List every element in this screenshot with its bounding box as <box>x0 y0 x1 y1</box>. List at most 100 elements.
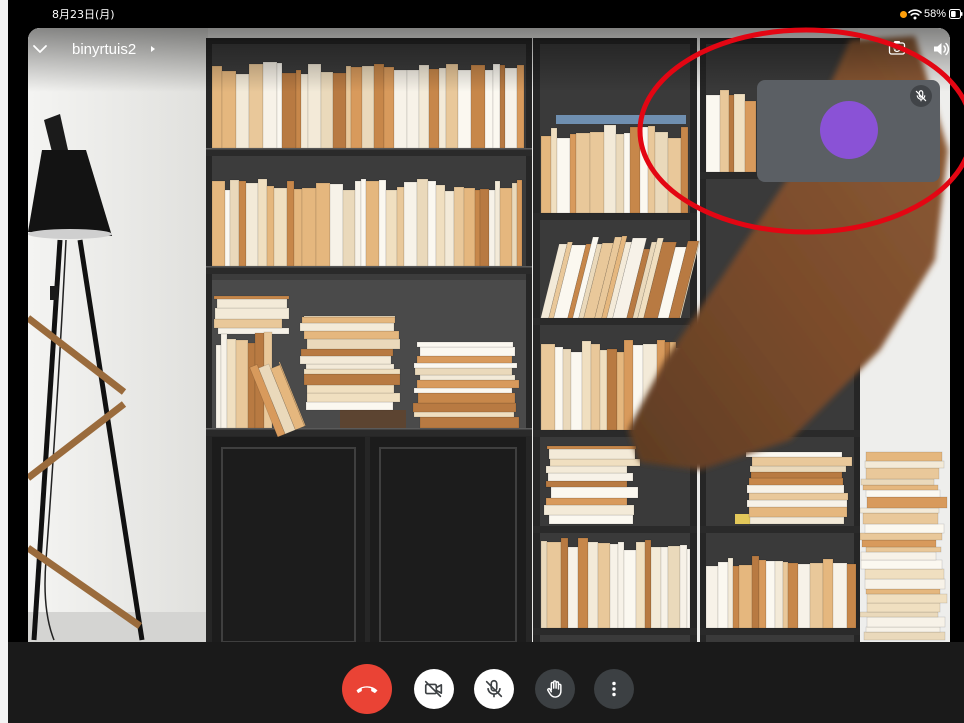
book-spine <box>266 185 275 267</box>
book-spine <box>217 327 290 335</box>
book-spine <box>615 133 625 214</box>
book-spine <box>303 315 396 318</box>
speaker-icon[interactable] <box>932 40 950 58</box>
book-spine <box>660 546 669 629</box>
book-spine <box>822 558 834 629</box>
book-spine <box>751 555 760 629</box>
book-spine <box>617 541 625 629</box>
chevron-down-icon[interactable] <box>31 40 49 58</box>
book-spine <box>575 132 591 214</box>
book-spine <box>416 178 429 267</box>
book-spine <box>590 343 601 431</box>
book-spine <box>860 478 935 486</box>
book-spine <box>748 492 849 501</box>
book-spine <box>419 346 516 357</box>
book-spine <box>286 180 295 267</box>
book-spine <box>732 565 740 629</box>
book-spine <box>545 480 628 488</box>
book-spine <box>587 541 599 629</box>
indicator-dot <box>900 11 907 18</box>
floor <box>28 612 208 642</box>
book-spine <box>680 126 689 214</box>
book-spine <box>862 512 939 525</box>
book-spine <box>540 135 552 214</box>
book-spine <box>758 559 767 629</box>
book-spine <box>603 124 617 214</box>
book-spine <box>545 465 628 474</box>
book-spine <box>744 100 757 173</box>
book-spine <box>474 189 481 267</box>
book-spine <box>257 178 268 267</box>
book-spine <box>416 341 514 348</box>
book-spine <box>360 178 367 267</box>
book-spine <box>229 179 240 267</box>
book-spine <box>865 451 943 462</box>
book-spine <box>550 486 639 499</box>
book-spine <box>301 187 317 267</box>
book-spine <box>300 348 394 357</box>
book-spine <box>516 179 523 267</box>
book-spine <box>299 355 392 365</box>
book-spine <box>488 189 496 267</box>
book-spine <box>499 187 513 267</box>
book-spine <box>581 340 592 431</box>
book-spine <box>866 602 941 613</box>
book-spine <box>220 333 228 429</box>
book-spine <box>301 316 396 324</box>
book-spine <box>597 542 611 629</box>
more-vert-icon <box>612 681 616 697</box>
camera-off-icon <box>424 680 443 698</box>
book-spine <box>247 342 256 429</box>
self-view-tile[interactable] <box>757 80 940 182</box>
book-spine <box>705 565 719 629</box>
chevron-right-icon[interactable] <box>149 45 157 53</box>
book-spine <box>748 506 848 518</box>
mic-off-icon <box>915 90 927 102</box>
book-spine <box>306 384 395 394</box>
book-spine <box>650 546 662 629</box>
raise-hand-button[interactable] <box>535 669 575 709</box>
book-spine <box>342 189 356 267</box>
book-spine <box>548 514 634 525</box>
battery-fill <box>951 11 956 17</box>
book-spine <box>224 189 231 267</box>
book-spine <box>226 338 237 429</box>
book-spine <box>453 186 465 267</box>
participant-name[interactable]: binyrtuis2 <box>72 41 136 58</box>
more-options-button[interactable] <box>594 669 634 709</box>
camera-toggle-button[interactable] <box>414 669 454 709</box>
book-spine <box>644 539 652 629</box>
book-spine <box>570 351 583 431</box>
end-call-button[interactable] <box>342 664 392 714</box>
book-spine <box>306 392 401 403</box>
book-spine <box>413 387 513 394</box>
book-spine <box>214 307 290 320</box>
book-spine <box>315 182 331 267</box>
book-spine <box>413 411 515 418</box>
wifi-icon <box>908 9 922 20</box>
book-spine <box>211 180 226 267</box>
book-spine <box>305 401 394 411</box>
mic-toggle-button[interactable] <box>474 669 514 709</box>
book-spine <box>419 416 520 429</box>
book-spine <box>245 182 259 267</box>
book-spine <box>686 548 691 629</box>
book-spine <box>623 132 631 214</box>
book-spine <box>717 561 729 629</box>
status-date: 8月23日(月) <box>52 8 115 21</box>
switch-camera-icon[interactable] <box>888 39 906 57</box>
book-spine <box>623 339 634 431</box>
book-spine <box>365 180 380 267</box>
book-spine <box>403 181 418 267</box>
book-spine <box>216 298 288 309</box>
book-spine <box>540 540 548 629</box>
cabinet-door-right <box>370 437 526 642</box>
book-spine <box>299 322 395 332</box>
book-spine <box>765 560 776 629</box>
book-spine <box>293 188 303 267</box>
book-spine <box>546 541 562 629</box>
book-spine <box>414 367 513 376</box>
book-spine <box>746 499 848 508</box>
book-spine <box>751 456 853 467</box>
book-spine <box>749 516 845 525</box>
